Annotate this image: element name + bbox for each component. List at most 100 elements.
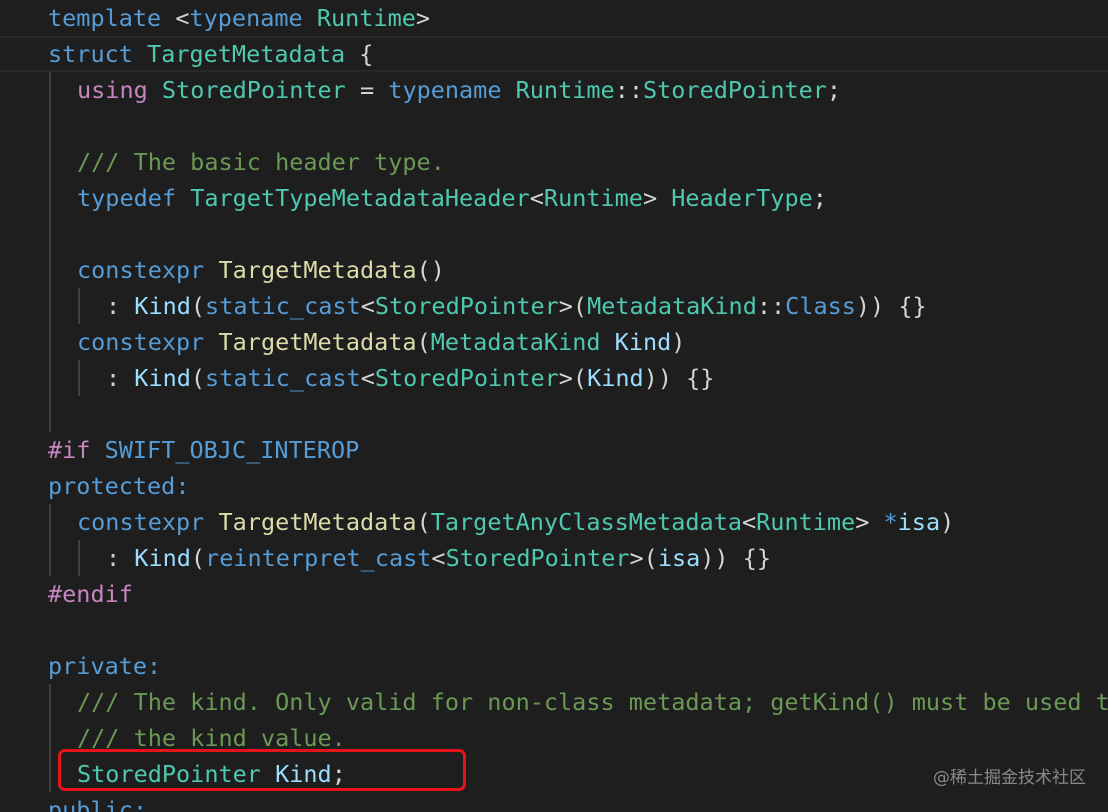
code-text: constexpr TargetMetadata() bbox=[77, 252, 445, 288]
code-token: static_cast bbox=[205, 364, 361, 392]
code-token: Class bbox=[785, 292, 856, 320]
code-line: #if SWIFT_OBJC_INTEROP bbox=[0, 432, 1108, 468]
code-line: constexpr TargetMetadata(MetadataKind Ki… bbox=[0, 324, 1108, 360]
code-token: MetadataKind bbox=[430, 328, 601, 356]
code-text: struct TargetMetadata { bbox=[48, 36, 373, 72]
code-token: > bbox=[855, 508, 884, 536]
code-token: Kind bbox=[587, 364, 644, 392]
code-token: = bbox=[345, 76, 389, 104]
code-token: :: bbox=[614, 76, 643, 104]
code-line: template <typename Runtime> bbox=[0, 0, 1108, 36]
code-token: Runtime bbox=[543, 184, 643, 212]
code-token: struct bbox=[48, 40, 133, 68]
code-token: < bbox=[742, 508, 757, 536]
code-text: /// The basic header type. bbox=[77, 144, 445, 180]
code-token: >( bbox=[558, 292, 588, 320]
code-token: isa bbox=[657, 544, 701, 572]
code-text: constexpr TargetMetadata(MetadataKind Ki… bbox=[77, 324, 685, 360]
code-token: )) {} bbox=[700, 544, 772, 572]
code-token: typename bbox=[388, 76, 502, 104]
code-token: private: bbox=[48, 652, 162, 680]
code-token: constexpr bbox=[77, 256, 205, 284]
code-token: StoredPointer bbox=[374, 364, 559, 392]
code-token: < bbox=[360, 364, 375, 392]
code-token: reinterpret_cast bbox=[205, 544, 432, 572]
code-token: TargetAnyClassMetadata bbox=[430, 508, 742, 536]
code-token: >( bbox=[629, 544, 658, 572]
code-line: constexpr TargetMetadata() bbox=[0, 252, 1108, 288]
code-line: constexpr TargetMetadata(TargetAnyClassM… bbox=[0, 504, 1108, 540]
code-token: /// the kind value. bbox=[77, 724, 346, 752]
code-token: StoredPointer bbox=[161, 76, 346, 104]
code-text: protected: bbox=[48, 468, 189, 504]
code-token: : bbox=[106, 364, 135, 392]
code-token: constexpr bbox=[77, 508, 205, 536]
code-token: ( bbox=[416, 328, 431, 356]
code-token: constexpr bbox=[77, 328, 205, 356]
code-token: TargetTypeMetadataHeader bbox=[190, 184, 530, 212]
code-line: typedef TargetTypeMetadataHeader<Runtime… bbox=[0, 180, 1108, 216]
code-text: public: bbox=[48, 792, 147, 812]
code-token: )) {} bbox=[855, 292, 927, 320]
code-token: StoredPointer bbox=[642, 76, 827, 104]
code-token: Runtime bbox=[756, 508, 856, 536]
code-token: ( bbox=[190, 544, 206, 572]
code-editor[interactable]: template <typename Runtime> struct Target… bbox=[0, 0, 1108, 812]
code-line: protected: bbox=[0, 468, 1108, 504]
code-line: #endif bbox=[0, 576, 1108, 612]
code-token: () bbox=[416, 256, 445, 284]
code-token: typename bbox=[189, 4, 303, 32]
code-token: typedef bbox=[77, 184, 177, 212]
code-token: > bbox=[642, 184, 672, 212]
code-token: < bbox=[431, 544, 446, 572]
code-token: protected: bbox=[48, 472, 190, 500]
code-token: SWIFT_OBJC_INTEROP bbox=[104, 436, 360, 464]
code-line: /// The kind. Only valid for non-class m… bbox=[0, 684, 1108, 720]
code-token: Kind bbox=[134, 544, 191, 572]
code-line: : Kind(reinterpret_cast<StoredPointer>(i… bbox=[0, 540, 1108, 576]
code-token: < bbox=[529, 184, 544, 212]
code-token: < bbox=[161, 4, 190, 32]
code-token: ) bbox=[940, 508, 955, 536]
code-token: TargetMetadata bbox=[147, 40, 346, 68]
code-token: { bbox=[345, 40, 374, 68]
code-line: : Kind(static_cast<StoredPointer>(Kind))… bbox=[0, 360, 1108, 396]
code-token: using bbox=[77, 76, 148, 104]
code-line: struct TargetMetadata { bbox=[0, 36, 1108, 72]
code-token: :: bbox=[756, 292, 786, 320]
code-text: using StoredPointer = typename Runtime::… bbox=[77, 72, 841, 108]
code-token: * bbox=[883, 508, 898, 536]
code-token: TargetMetadata bbox=[218, 256, 417, 284]
code-token: Runtime bbox=[316, 4, 416, 32]
code-text: #if SWIFT_OBJC_INTEROP bbox=[48, 432, 359, 468]
code-line: /// The basic header type. bbox=[0, 144, 1108, 180]
code-token: ) bbox=[671, 328, 686, 356]
code-token: : bbox=[106, 292, 135, 320]
code-text: : Kind(reinterpret_cast<StoredPointer>(i… bbox=[106, 540, 771, 576]
code-token: /// The kind. Only valid for non-class m… bbox=[77, 688, 1108, 716]
code-line: : Kind(static_cast<StoredPointer>(Metada… bbox=[0, 288, 1108, 324]
code-token: TargetMetadata bbox=[218, 328, 417, 356]
code-text: constexpr TargetMetadata(TargetAnyClassM… bbox=[77, 504, 954, 540]
code-token: Kind bbox=[614, 328, 672, 356]
code-text: template <typename Runtime> bbox=[48, 0, 430, 36]
code-token: StoredPointer bbox=[445, 544, 630, 572]
code-token: >( bbox=[558, 364, 588, 392]
code-token: : bbox=[106, 544, 135, 572]
code-token: isa bbox=[897, 508, 941, 536]
code-token: )) {} bbox=[643, 364, 715, 392]
code-token: ( bbox=[190, 292, 206, 320]
code-line: private: bbox=[0, 648, 1108, 684]
code-token: Kind bbox=[134, 292, 191, 320]
